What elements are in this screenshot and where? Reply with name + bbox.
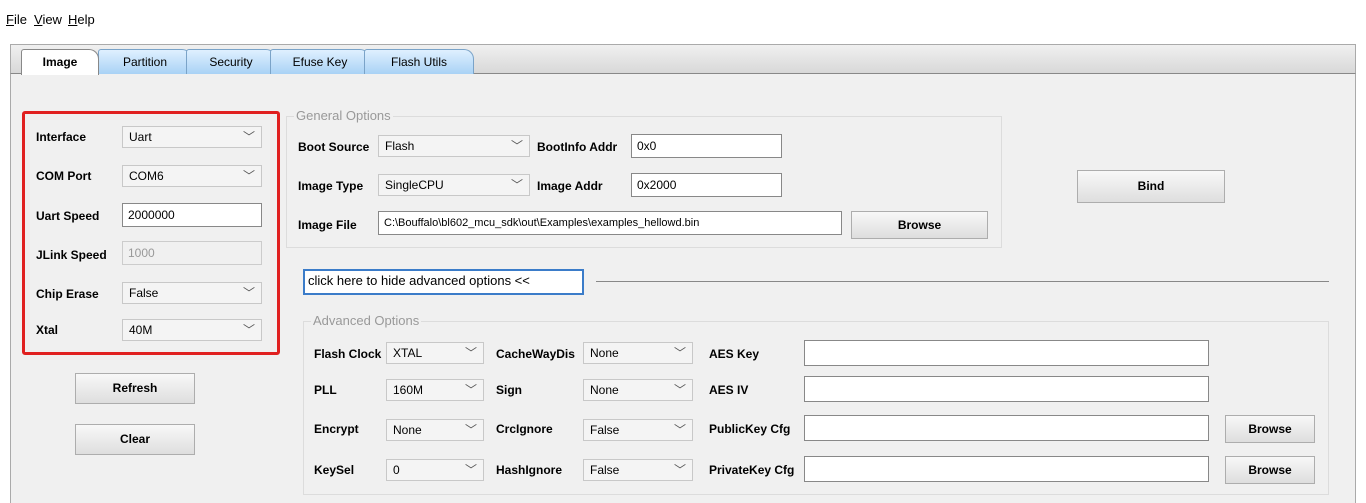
tab-flash-utils[interactable]: Flash Utils: [364, 49, 474, 74]
sign-select[interactable]: None ﹀: [583, 379, 693, 401]
tab-image[interactable]: Image: [21, 49, 99, 75]
keysel-label: KeySel: [314, 463, 355, 477]
bootinfo-addr-label: BootInfo Addr: [537, 140, 618, 154]
chevron-down-icon: ﹀: [464, 383, 477, 397]
uart-speed-label: Uart Speed: [36, 209, 100, 223]
jlink-speed-input: 1000: [122, 241, 262, 265]
separator-line: [596, 281, 1329, 282]
advanced-options-title: Advanced Options: [311, 313, 422, 328]
hashignore-select[interactable]: False ﹀: [583, 459, 693, 481]
aes-key-input[interactable]: [804, 340, 1209, 366]
chevron-down-icon: ﹀: [242, 130, 255, 144]
publickey-browse-button[interactable]: Browse: [1225, 415, 1315, 443]
hashignore-label: HashIgnore: [496, 463, 563, 477]
xtal-select[interactable]: 40M ﹀: [122, 319, 262, 341]
interface-label: Interface: [36, 130, 87, 144]
tab-efuse-key[interactable]: Efuse Key: [270, 49, 370, 74]
bind-button[interactable]: Bind: [1077, 170, 1225, 203]
chevron-down-icon: ﹀: [673, 463, 686, 477]
keysel-value: 0: [393, 463, 400, 477]
chevron-down-icon: ﹀: [510, 178, 523, 192]
keysel-select[interactable]: 0 ﹀: [386, 459, 484, 481]
boot-source-label: Boot Source: [298, 140, 370, 154]
bootinfo-addr-input[interactable]: 0x0: [631, 134, 782, 158]
sign-value: None: [590, 383, 619, 397]
encrypt-label: Encrypt: [314, 422, 359, 436]
pll-label: PLL: [314, 383, 337, 397]
crcignore-select[interactable]: False ﹀: [583, 419, 693, 441]
image-file-input[interactable]: C:\Bouffalo\bl602_mcu_sdk\out\Examples\e…: [378, 211, 842, 235]
flash-clock-value: XTAL: [393, 346, 423, 360]
aes-iv-label: AES IV: [709, 383, 749, 397]
menu-view-label: iew: [42, 12, 62, 27]
menu-help-mnemonic: H: [68, 12, 78, 27]
menu-bar: [0, 0, 1366, 34]
crcignore-value: False: [590, 423, 620, 437]
image-file-browse-button[interactable]: Browse: [851, 211, 988, 239]
menu-help-label: elp: [77, 12, 95, 27]
boot-source-value: Flash: [385, 139, 415, 153]
refresh-button[interactable]: Refresh: [75, 373, 195, 404]
image-type-value: SingleCPU: [385, 178, 444, 192]
tab-partition[interactable]: Partition: [98, 49, 192, 74]
flash-clock-select[interactable]: XTAL ﹀: [386, 342, 484, 364]
chevron-down-icon: ﹀: [510, 139, 523, 153]
chevron-down-icon: ﹀: [673, 383, 686, 397]
privatekey-browse-button[interactable]: Browse: [1225, 456, 1315, 484]
com-port-value: COM6: [129, 169, 164, 183]
flash-clock-label: Flash Clock: [314, 347, 382, 361]
menu-view[interactable]: View: [34, 12, 62, 27]
privatekey-cfg-label: PrivateKey Cfg: [709, 463, 795, 477]
interface-value: Uart: [129, 130, 152, 144]
menu-file-label: ile: [13, 12, 27, 27]
publickey-cfg-label: PublicKey Cfg: [709, 422, 791, 436]
uart-speed-input[interactable]: 2000000: [122, 203, 262, 227]
chip-erase-label: Chip Erase: [36, 287, 99, 301]
publickey-cfg-input[interactable]: [804, 415, 1209, 441]
chevron-down-icon: ﹀: [242, 323, 255, 337]
chevron-down-icon: ﹀: [673, 346, 686, 360]
general-options-title: General Options: [294, 108, 393, 123]
interface-select[interactable]: Uart ﹀: [122, 126, 262, 148]
clear-button[interactable]: Clear: [75, 424, 195, 455]
hashignore-value: False: [590, 463, 620, 477]
image-addr-input[interactable]: 0x2000: [631, 173, 782, 197]
pll-value: 160M: [393, 383, 424, 397]
chip-erase-value: False: [129, 286, 159, 300]
image-file-label: Image File: [298, 218, 357, 232]
privatekey-cfg-input[interactable]: [804, 456, 1209, 482]
chevron-down-icon: ﹀: [464, 463, 477, 477]
com-port-select[interactable]: COM6 ﹀: [122, 165, 262, 187]
toggle-advanced-options-link[interactable]: click here to hide advanced options <<: [303, 269, 584, 295]
boot-source-select[interactable]: Flash ﹀: [378, 135, 530, 157]
cachewaydis-value: None: [590, 346, 619, 360]
tab-security[interactable]: Security: [186, 49, 276, 74]
aes-iv-input[interactable]: [804, 376, 1209, 402]
image-type-label: Image Type: [298, 179, 364, 193]
xtal-label: Xtal: [36, 323, 59, 337]
chevron-down-icon: ﹀: [464, 346, 477, 360]
chevron-down-icon: ﹀: [673, 423, 686, 437]
chevron-down-icon: ﹀: [242, 286, 255, 300]
encrypt-value: None: [393, 423, 422, 437]
cachewaydis-select[interactable]: None ﹀: [583, 342, 693, 364]
menu-help[interactable]: Help: [68, 12, 95, 27]
pll-select[interactable]: 160M ﹀: [386, 379, 484, 401]
image-addr-label: Image Addr: [537, 179, 603, 193]
encrypt-select[interactable]: None ﹀: [386, 419, 484, 441]
chip-erase-select[interactable]: False ﹀: [122, 282, 262, 304]
chevron-down-icon: ﹀: [464, 423, 477, 437]
crcignore-label: CrcIgnore: [496, 422, 553, 436]
jlink-speed-label: JLink Speed: [36, 248, 107, 262]
xtal-value: 40M: [129, 323, 153, 337]
com-port-label: COM Port: [36, 169, 92, 183]
aes-key-label: AES Key: [709, 347, 760, 361]
menu-file[interactable]: File: [6, 12, 27, 27]
image-type-select[interactable]: SingleCPU ﹀: [378, 174, 530, 196]
menu-file-mnemonic: F: [6, 12, 14, 27]
cachewaydis-label: CacheWayDis: [496, 347, 575, 361]
chevron-down-icon: ﹀: [242, 169, 255, 183]
sign-label: Sign: [496, 383, 522, 397]
